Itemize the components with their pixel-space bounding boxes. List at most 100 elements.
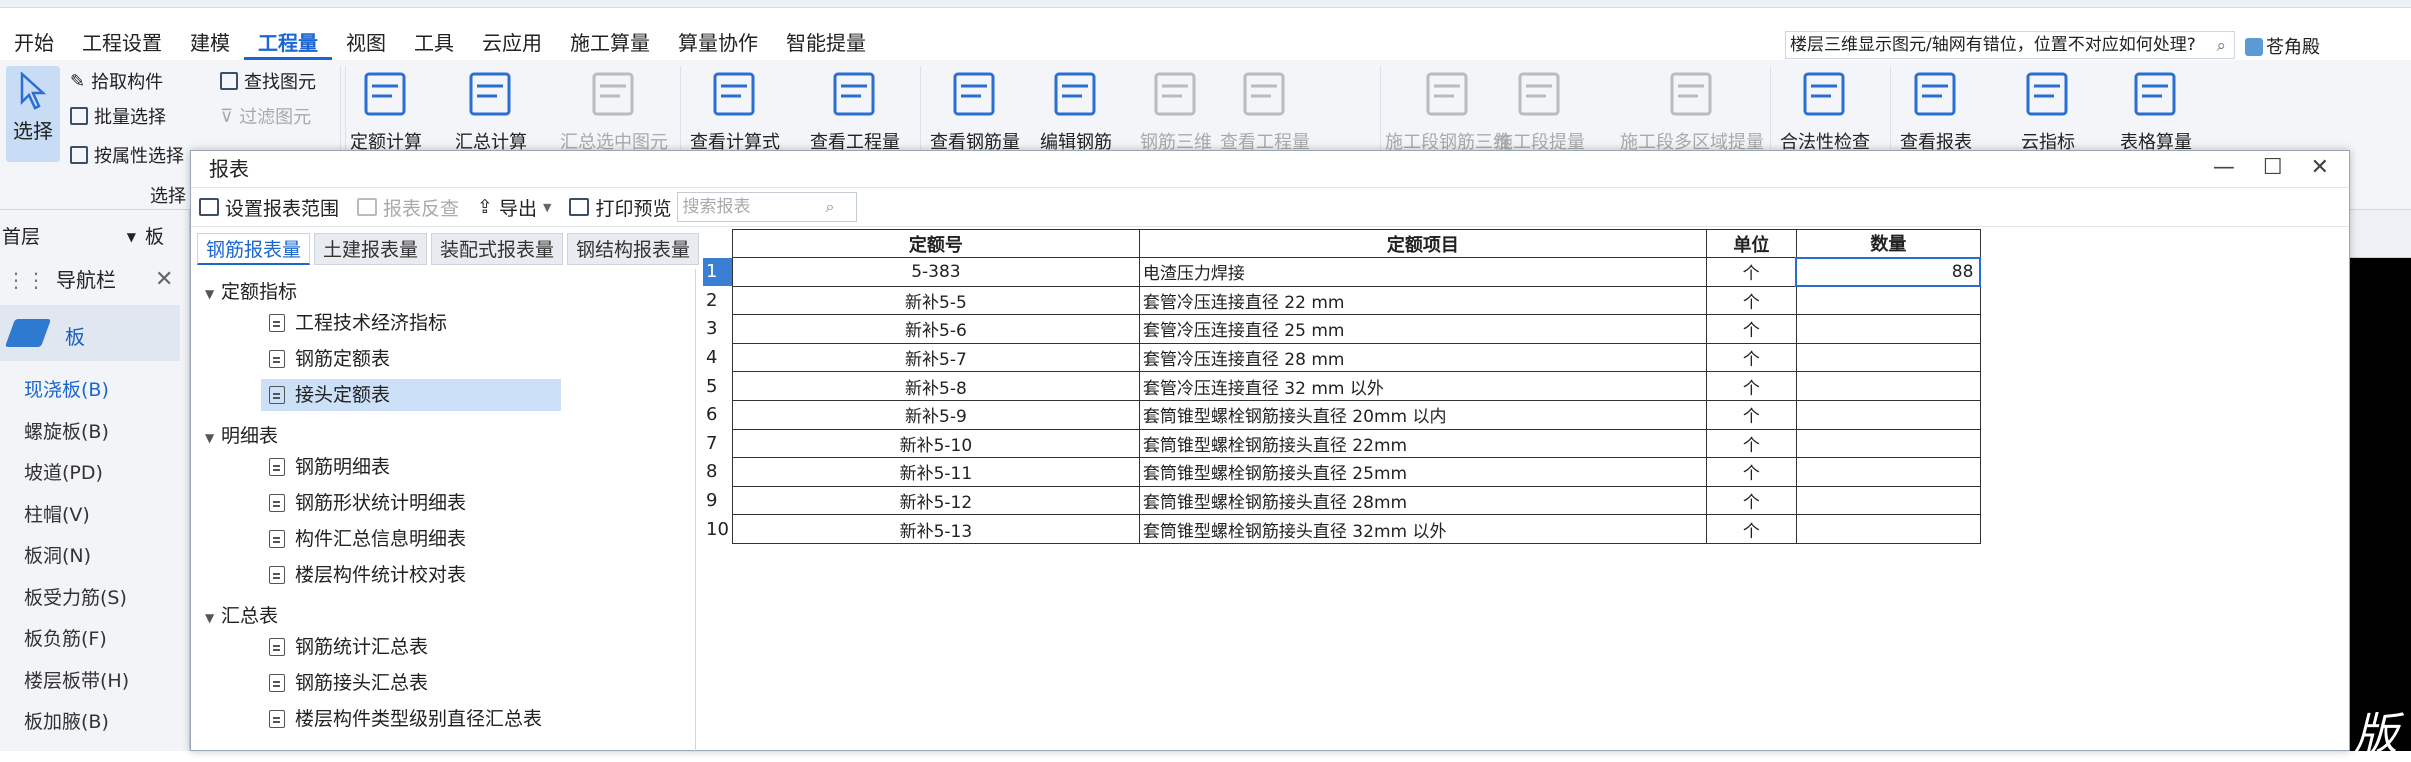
maximize-icon[interactable]: ☐ bbox=[2263, 155, 2283, 180]
ribbon-button[interactable]: 表格算量 bbox=[2120, 68, 2192, 152]
cell-qty[interactable] bbox=[1795, 285, 1981, 316]
nav-current-category[interactable]: 板 bbox=[0, 305, 180, 361]
tree-item[interactable]: 钢筋接头汇总表 bbox=[261, 667, 561, 699]
tree-item[interactable]: 楼层构件统计校对表 bbox=[261, 559, 561, 591]
menu-item[interactable]: 视图 bbox=[332, 28, 400, 60]
row-number[interactable]: 5 bbox=[703, 371, 733, 401]
cell-code[interactable]: 新补5-6 bbox=[731, 314, 1140, 344]
tree-item[interactable]: 钢筋定额表 bbox=[261, 343, 561, 375]
table-row[interactable]: 8 新补5-11 套筒锥型螺栓钢筋接头直径 25mm 个 bbox=[703, 457, 1981, 487]
cell-qty[interactable] bbox=[1795, 371, 1981, 401]
nav-item[interactable]: 板洞(N) bbox=[24, 541, 91, 568]
tree-item[interactable]: 工程技术经济指标 bbox=[261, 307, 561, 339]
cell-qty[interactable] bbox=[1795, 399, 1981, 430]
tree-item[interactable]: 钢筋形状统计明细表 bbox=[261, 487, 561, 519]
nav-item[interactable]: 坡道(PD) bbox=[24, 458, 103, 485]
ribbon-button[interactable]: 云指标 bbox=[2020, 68, 2076, 152]
cell-unit[interactable]: 个 bbox=[1705, 342, 1797, 373]
search-icon[interactable]: ⌕ bbox=[2216, 33, 2226, 58]
batch-select-button[interactable]: 批量选择 bbox=[70, 103, 166, 129]
ribbon-button[interactable]: 定额计算 bbox=[350, 68, 422, 152]
nav-item[interactable]: 现浇板(B) bbox=[24, 375, 109, 402]
ribbon-button[interactable]: 查看计算式 bbox=[690, 68, 780, 152]
close-icon[interactable]: ✕ bbox=[155, 262, 173, 298]
cell-item[interactable]: 套管冷压连接直径 25 mm bbox=[1138, 314, 1707, 344]
cell-unit[interactable]: 个 bbox=[1705, 399, 1797, 430]
row-number[interactable]: 7 bbox=[703, 429, 733, 458]
header-qty[interactable]: 数量 bbox=[1795, 229, 1981, 258]
ribbon-button[interactable]: 汇总计算 bbox=[455, 68, 527, 152]
cell-qty[interactable] bbox=[1795, 428, 1981, 459]
row-number[interactable]: 3 bbox=[703, 314, 733, 344]
nav-item[interactable]: 板受力筋(S) bbox=[24, 583, 127, 610]
cell-code[interactable]: 新补5-12 bbox=[731, 485, 1140, 516]
filter-element-button[interactable]: ⊽ 过滤图元 bbox=[220, 103, 311, 129]
menu-item[interactable]: 智能提量 bbox=[772, 28, 880, 60]
cell-code[interactable]: 新补5-7 bbox=[731, 342, 1140, 373]
cell-qty[interactable] bbox=[1795, 314, 1981, 344]
report-tab[interactable]: 装配式报表量 bbox=[431, 233, 564, 265]
cell-qty[interactable] bbox=[1795, 514, 1981, 544]
tree-group[interactable]: ▼ 明细表 bbox=[205, 421, 278, 448]
tree-item[interactable]: 钢筋明细表 bbox=[261, 451, 561, 483]
print-preview-button[interactable]: 打印预览 bbox=[569, 194, 671, 221]
ribbon-button[interactable]: 合法性检查 bbox=[1780, 68, 1870, 152]
report-tab[interactable]: 土建报表量 bbox=[314, 233, 428, 265]
table-row[interactable]: 1 5-383 电渣压力焊接个 88 bbox=[703, 256, 1982, 288]
menu-item[interactable]: 工程设置 bbox=[68, 28, 176, 60]
floor-selector[interactable]: 首层 ▼ bbox=[0, 222, 140, 252]
menu-item[interactable]: 开始 bbox=[0, 28, 68, 60]
nav-item[interactable]: 螺旋板(B) bbox=[24, 417, 109, 444]
menu-item[interactable]: 工程量 bbox=[244, 28, 332, 60]
report-tab[interactable]: 钢筋报表量 bbox=[197, 233, 311, 265]
tree-group[interactable]: ▼ 汇总表 bbox=[205, 601, 278, 628]
cell-code[interactable]: 新补5-9 bbox=[731, 399, 1140, 430]
cell-unit[interactable]: 个 bbox=[1705, 314, 1797, 344]
cell-qty[interactable]: 88 bbox=[1795, 256, 1982, 288]
ribbon-button[interactable]: 查看报表 bbox=[1900, 68, 1972, 152]
tree-item[interactable]: 接头定额表 bbox=[261, 379, 561, 411]
nav-item[interactable]: 板加腋(B) bbox=[24, 707, 109, 734]
row-number[interactable]: 9 bbox=[703, 486, 733, 515]
cell-item[interactable]: 套管冷压连接直径 28 mm bbox=[1138, 342, 1707, 373]
menu-item[interactable]: 工具 bbox=[400, 28, 468, 60]
report-tab[interactable]: 钢结构报表量 bbox=[567, 233, 700, 265]
minimize-icon[interactable]: — bbox=[2213, 155, 2235, 180]
row-number[interactable]: 1 bbox=[703, 257, 733, 287]
cell-qty[interactable] bbox=[1795, 342, 1981, 373]
ribbon-button[interactable]: 施工段多区域提量 bbox=[1620, 68, 1764, 152]
header-unit[interactable]: 单位 bbox=[1705, 229, 1797, 258]
row-number[interactable]: 6 bbox=[703, 400, 733, 430]
cell-item[interactable]: 套管冷压连接直径 22 mm bbox=[1138, 285, 1707, 316]
menu-item[interactable]: 施工算量 bbox=[556, 28, 664, 60]
table-row[interactable]: 5 新补5-8 套管冷压连接直径 32 mm 以外个 bbox=[703, 371, 1981, 401]
nav-item[interactable]: 板负筋(F) bbox=[24, 624, 107, 651]
ribbon-button[interactable]: 查看钢筋量 bbox=[930, 68, 1020, 152]
set-range-button[interactable]: 设置报表范围 bbox=[199, 194, 339, 221]
ribbon-button[interactable]: 汇总选中图元 bbox=[560, 68, 668, 152]
cell-item[interactable]: 套管冷压连接直径 32 mm 以外 bbox=[1138, 371, 1707, 401]
menu-item[interactable]: 云应用 bbox=[468, 28, 556, 60]
cell-unit[interactable]: 个 bbox=[1705, 485, 1797, 516]
ribbon-button[interactable]: 编辑钢筋 bbox=[1040, 68, 1112, 152]
find-element-button[interactable]: 查找图元 bbox=[220, 68, 316, 94]
table-row[interactable]: 10 新补5-13 套筒锥型螺栓钢筋接头直径 32mm 以外个 bbox=[703, 514, 1981, 544]
cell-unit[interactable]: 个 bbox=[1705, 428, 1797, 459]
nav-item[interactable]: 楼层板带(H) bbox=[24, 666, 129, 693]
tree-item[interactable]: 钢筋统计汇总表 bbox=[261, 631, 561, 663]
tree-item[interactable]: 楼层构件类型级别直径汇总表 bbox=[261, 703, 561, 735]
ribbon-button[interactable]: 查看工程量 bbox=[810, 68, 900, 152]
cell-unit[interactable]: 个 bbox=[1705, 371, 1797, 401]
table-row[interactable]: 3 新补5-6 套管冷压连接直径 25 mm 个 bbox=[703, 314, 1981, 344]
row-number[interactable]: 10 bbox=[703, 514, 733, 544]
attr-select-button[interactable]: 按属性选择 bbox=[70, 142, 184, 168]
menu-item[interactable]: 算量协作 bbox=[664, 28, 772, 60]
user-account[interactable]: 苍角殿 bbox=[2245, 33, 2320, 59]
cell-unit[interactable]: 个 bbox=[1705, 514, 1797, 544]
cell-code[interactable]: 新补5-13 bbox=[731, 514, 1140, 544]
select-button[interactable]: 选择 bbox=[6, 66, 60, 162]
ribbon-button[interactable]: 查看工程量 bbox=[1220, 68, 1310, 152]
tree-item[interactable]: 构件汇总信息明细表 bbox=[261, 523, 561, 555]
header-code[interactable]: 定额号 bbox=[731, 229, 1140, 258]
close-icon[interactable]: ✕ bbox=[2311, 155, 2329, 180]
